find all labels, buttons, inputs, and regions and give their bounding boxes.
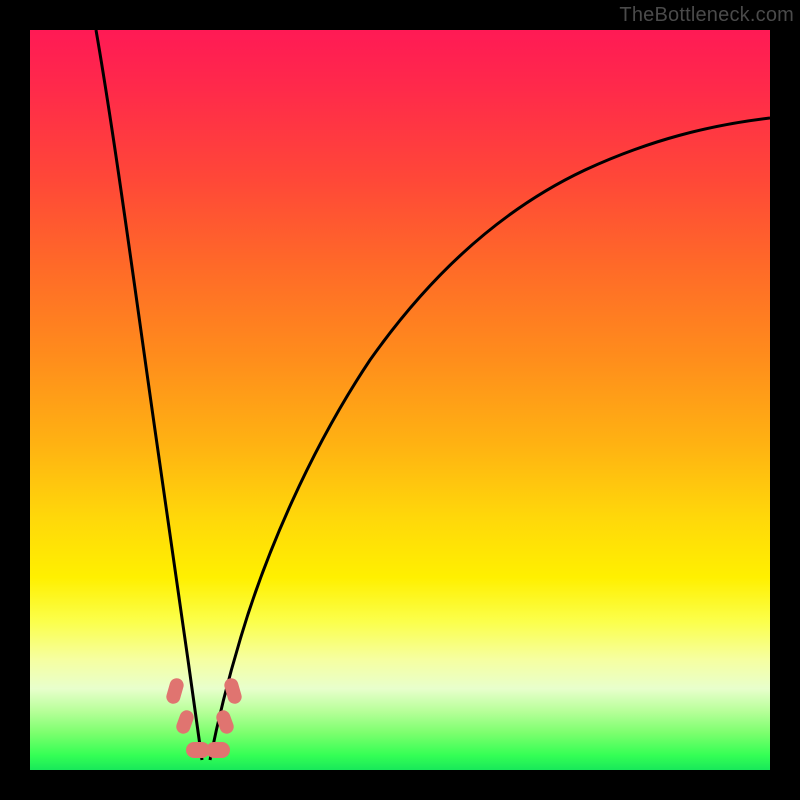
curve-left xyxy=(96,30,202,760)
marker-m6 xyxy=(223,677,244,706)
outer-frame: TheBottleneck.com xyxy=(0,0,800,800)
curve-right xyxy=(210,118,770,760)
marker-m2 xyxy=(174,708,195,735)
marker-m1 xyxy=(165,677,186,706)
marker-m4 xyxy=(206,742,230,758)
plot-area xyxy=(30,30,770,770)
curve-layer xyxy=(30,30,770,770)
attribution-text: TheBottleneck.com xyxy=(619,4,794,27)
marker-m5 xyxy=(214,708,235,735)
